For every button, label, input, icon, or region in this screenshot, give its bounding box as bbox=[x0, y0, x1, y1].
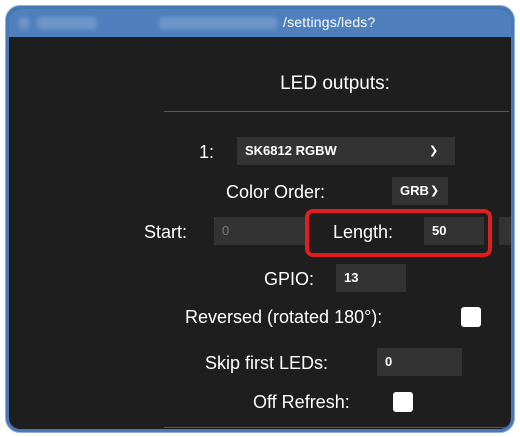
reversed-checkbox[interactable] bbox=[461, 307, 481, 327]
chevron-down-icon: ❯ bbox=[429, 145, 439, 157]
skip-first-label: Skip first LEDs: bbox=[205, 353, 329, 373]
color-order-value: GRB bbox=[400, 183, 429, 198]
off-refresh-label: Off Refresh: bbox=[253, 392, 350, 412]
address-bar[interactable]: /settings/leds? bbox=[9, 9, 511, 37]
blurred-host bbox=[37, 17, 97, 29]
page-title: LED outputs: bbox=[280, 73, 390, 94]
output-index-label: 1: bbox=[199, 142, 215, 162]
start-input[interactable]: 0 bbox=[214, 217, 307, 245]
divider-top bbox=[164, 111, 509, 112]
start-label: Start: bbox=[144, 222, 188, 242]
led-type-select[interactable]: SK6812 RGBW ❯ bbox=[237, 137, 455, 165]
next-input-edge[interactable] bbox=[499, 217, 511, 245]
screenshot-frame: /settings/leds? LED outputs: 1: SK6812 R… bbox=[6, 6, 514, 432]
gpio-label: GPIO: bbox=[264, 269, 315, 289]
chevron-down-icon: ❯ bbox=[430, 185, 440, 197]
reversed-label: Reversed (rotated 180°): bbox=[185, 307, 383, 327]
blurred-ip bbox=[159, 17, 277, 29]
led-type-value: SK6812 RGBW bbox=[245, 143, 337, 158]
color-order-label: Color Order: bbox=[226, 182, 326, 202]
skip-first-input[interactable]: 0 bbox=[377, 348, 462, 376]
color-order-select[interactable]: GRB ❯ bbox=[392, 177, 448, 205]
divider-bottom bbox=[164, 427, 509, 428]
length-highlight-box bbox=[305, 209, 492, 257]
off-refresh-checkbox[interactable] bbox=[393, 392, 413, 412]
url-path: /settings/leds? bbox=[283, 14, 376, 30]
gpio-input[interactable]: 13 bbox=[336, 264, 406, 292]
site-icon bbox=[19, 17, 29, 29]
